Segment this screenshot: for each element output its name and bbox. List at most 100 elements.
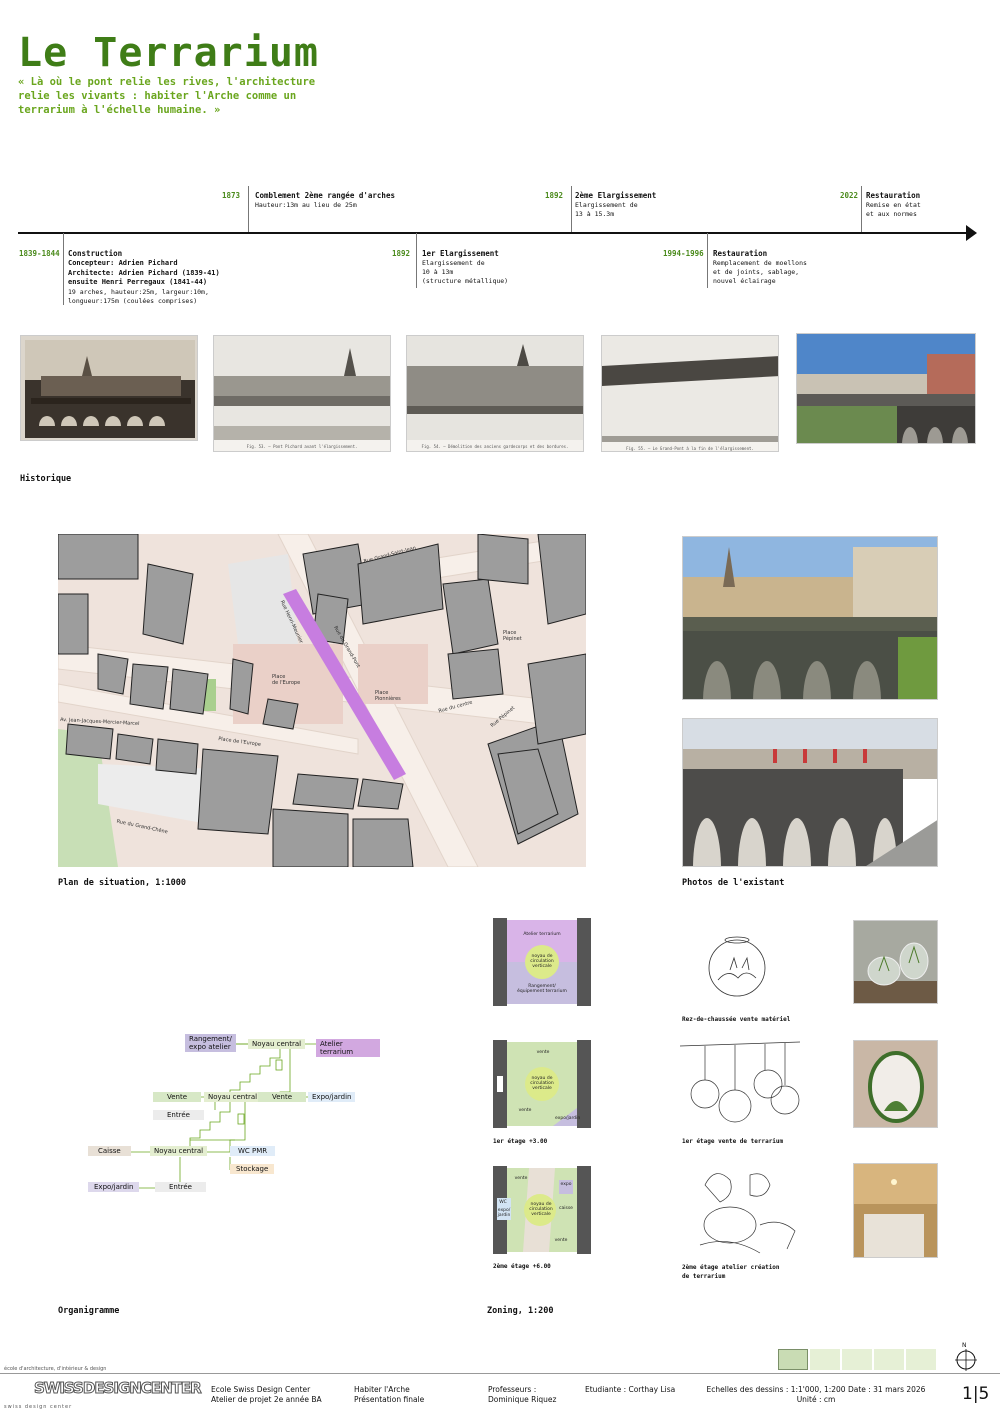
- timeline-tick: [63, 233, 64, 305]
- timeline-event-title: 2ème Elargissement: [575, 191, 657, 200]
- timeline-year: 1839-1844: [19, 249, 60, 258]
- timeline-year: 1994-1996: [663, 249, 704, 258]
- timeline-year: 1892: [545, 191, 564, 200]
- footer-school: Ecole Swiss Design Center Atelier de pro…: [211, 1385, 322, 1404]
- concept-caption: Rez-de-chaussée vente matériel: [682, 1016, 791, 1023]
- map-place-label: Place Pépinet: [503, 630, 522, 642]
- terrarium-photo-3: [853, 1163, 938, 1258]
- org-node-wc: WC PMR: [230, 1146, 276, 1156]
- timeline-event-title: Comblement 2ème rangée d'arches: [255, 191, 395, 200]
- org-node-noyau-central: Noyau central: [150, 1146, 208, 1156]
- timeline-axis: [18, 232, 968, 234]
- footer-project: Habiter l'Arche Présentation finale: [354, 1385, 425, 1404]
- existing-photo-1: [682, 536, 938, 700]
- org-node-rangement: Rangement/ expo atelier: [185, 1034, 236, 1052]
- section-label-site-plan: Plan de situation, 1:1000: [58, 878, 186, 888]
- zoning-caption: 1er étage +3.00: [493, 1138, 548, 1145]
- org-node-expo-jardin: Expo/jardin: [308, 1092, 356, 1102]
- timeline-arrow-icon: [966, 225, 977, 241]
- zone-label: vente: [514, 1176, 528, 1181]
- timeline-event-text: 19 arches, hauteur:25m, largeur:10m, lon…: [68, 288, 209, 305]
- section-label-organigramme: Organigramme: [58, 1306, 120, 1316]
- timeline-tick: [707, 233, 708, 288]
- footer-student: Etudiante : Corthay Lisa: [585, 1385, 676, 1394]
- zone-label: expo: [560, 1182, 572, 1187]
- terrarium-sketch-1: [700, 930, 775, 1000]
- timeline-tick: [248, 186, 249, 232]
- timeline-tick: [861, 186, 862, 232]
- site-plan-map: Place Pépinet Place de l'Europe Place Pi…: [58, 534, 586, 867]
- zone-label: vente: [554, 1238, 568, 1243]
- map-place-label: Place de l'Europe: [272, 674, 301, 686]
- north-arrow-icon: N: [955, 1342, 977, 1372]
- school-tagline: école d'architecture, d'intérieur & desi…: [4, 1366, 107, 1372]
- map-place-label: Place Pionnières: [375, 690, 401, 702]
- org-node-noyau-central: Noyau central: [248, 1039, 306, 1049]
- terrarium-sketch-3: [690, 1165, 800, 1255]
- terrarium-photo-1: [853, 920, 938, 1004]
- org-node-noyau-central: Noyau central: [204, 1092, 262, 1102]
- photo-caption: Fig. 54. — Démolition des anciens gardec…: [421, 444, 569, 449]
- org-node-caisse: Caisse: [88, 1146, 131, 1156]
- timeline-event-text: Concepteur: Adrien Pichard Architecte: A…: [68, 259, 220, 286]
- timeline-year: 1892: [392, 249, 411, 258]
- zone-label: expo/ jardin: [497, 1208, 511, 1218]
- org-node-atelier: Atelier terrarium: [316, 1039, 380, 1057]
- org-node-vente: Vente: [258, 1092, 307, 1102]
- timeline-event-title: Restauration: [866, 191, 921, 200]
- page-number: 1|5: [962, 1384, 990, 1404]
- org-node-vente: Vente: [153, 1092, 202, 1102]
- org-node-expo-jardin: Expo/jardin: [88, 1182, 140, 1192]
- zone-label: vente: [536, 1050, 550, 1055]
- historic-photo-5: [796, 333, 976, 444]
- concept-caption: 1er étage vente de terrarium: [682, 1138, 784, 1145]
- timeline-tick: [416, 233, 417, 288]
- zone-label: noyau de circulation verticale: [530, 954, 554, 969]
- terrarium-photo-2: [853, 1040, 938, 1128]
- timeline-event-title: Restauration: [713, 249, 768, 258]
- timeline-tick: [571, 186, 572, 232]
- concept-caption: 2ème étage atelier création de terrarium: [682, 1264, 780, 1280]
- organigramme-diagram: Rangement/ expo atelier Noyau central At…: [80, 1030, 380, 1200]
- north-label: N: [962, 1342, 967, 1349]
- zone-label: Atelier terrarium: [523, 932, 561, 937]
- zone-label: noyau de circulation verticale: [530, 1076, 554, 1091]
- historic-photo-2: Fig. 53. — Pont Pichard avant l'élargiss…: [213, 335, 391, 452]
- school-logo: SWISSDESIGNCENTER: [34, 1379, 203, 1398]
- historic-photo-1: [20, 335, 198, 441]
- org-node-entree: Entrée: [155, 1182, 206, 1192]
- zoning-plan-rdc: Atelier terrarium noyau de circulation v…: [493, 916, 591, 1008]
- timeline-year: 1873: [222, 191, 241, 200]
- historic-photo-3: Fig. 54. — Démolition des anciens gardec…: [406, 335, 584, 452]
- page-title: Le Terrarium: [18, 30, 319, 76]
- section-label-photos: Photos de l'existant: [682, 878, 785, 888]
- timeline-event-text: Remise en état et aux normes: [866, 201, 921, 218]
- footer-scales-date: Echelles des dessins : 1:1'000, 1:200 Da…: [706, 1385, 926, 1404]
- timeline-event-title: Construction: [68, 249, 123, 258]
- footer-divider: [0, 1373, 1000, 1374]
- zoning-caption: 2ème étage +6.00: [493, 1263, 551, 1270]
- org-node-entree: Entrée: [153, 1110, 204, 1120]
- footer-professors: Professeurs : Dominique Riquez: [488, 1385, 557, 1404]
- timeline-event-text: Hauteur:13m au lieu de 25m: [255, 201, 357, 209]
- timeline-event-text: Remplacement de moellons et de joints, s…: [713, 259, 807, 285]
- section-label-zoning: Zoning, 1:200: [487, 1306, 554, 1316]
- zone-label: caisse: [559, 1206, 573, 1211]
- progress-swatch: [874, 1349, 904, 1370]
- zone-label: WC: [499, 1200, 507, 1205]
- photo-caption: Fig. 53. — Pont Pichard avant l'élargiss…: [246, 444, 358, 449]
- zone-label: expo/jardin: [555, 1116, 581, 1121]
- progress-swatch: [810, 1349, 840, 1370]
- page-progress-swatches: [778, 1349, 936, 1370]
- timeline-year: 2022: [840, 191, 859, 200]
- progress-swatch: [842, 1349, 872, 1370]
- timeline-event-text: Elargissement de 10 à 13m (structure mét…: [422, 259, 509, 285]
- timeline-event-title: 1er Elargissement: [422, 249, 499, 258]
- zoning-plan-etage-1: vente noyau de circulation verticale ven…: [493, 1038, 591, 1130]
- timeline-event-text: Elargissement de 13 à 15.3m: [575, 201, 638, 218]
- terrarium-sketch-2: [679, 1040, 801, 1130]
- progress-swatch: [906, 1349, 936, 1370]
- school-logo-subtitle: swiss design center: [4, 1404, 73, 1410]
- section-label-historique: Historique: [20, 474, 72, 484]
- zoning-plan-etage-2: vente expo noyau de circulation vertical…: [493, 1164, 591, 1256]
